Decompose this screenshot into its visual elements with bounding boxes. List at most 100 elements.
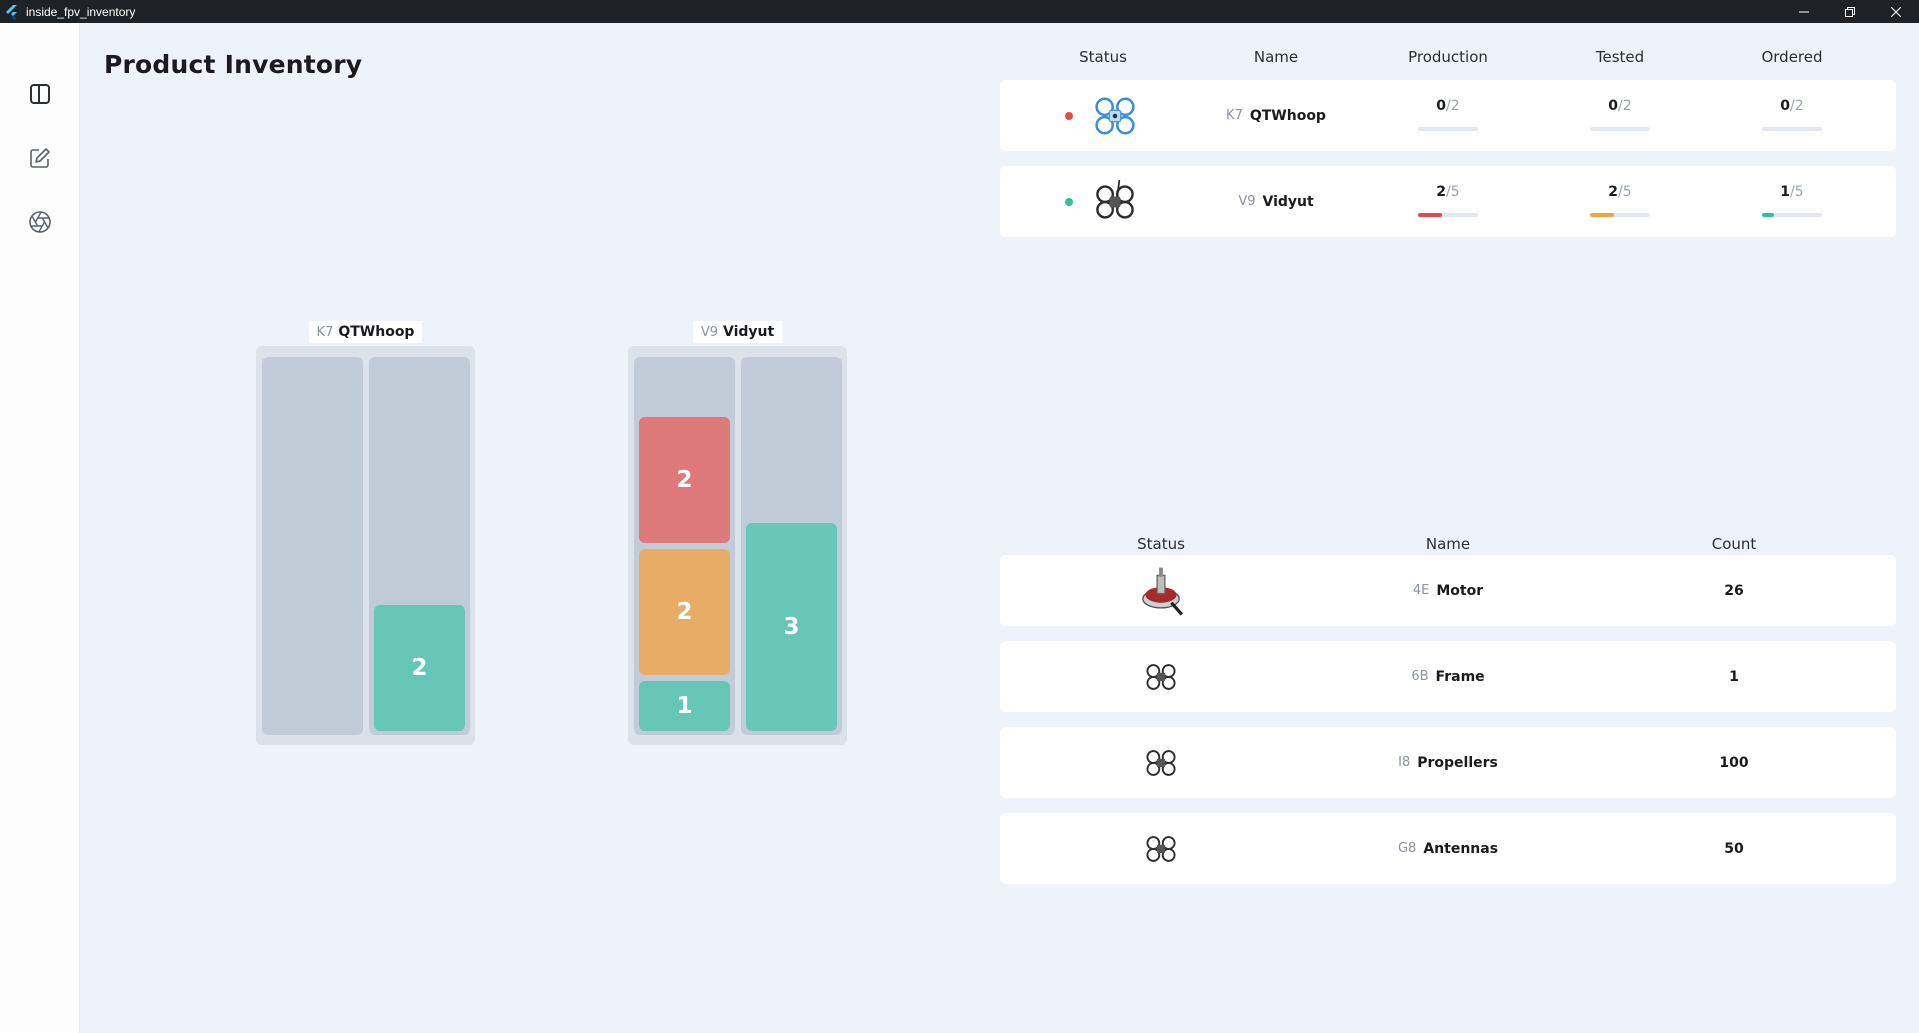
part-code: 4E xyxy=(1412,583,1430,598)
production-progress-bar xyxy=(1418,127,1478,131)
production-total: 2 xyxy=(1450,98,1460,114)
part-image xyxy=(1144,641,1178,712)
product-row[interactable]: K7 QTWhoop 0/2 0/2 0/2 xyxy=(1000,80,1896,151)
stack-segment[interactable]: 3 xyxy=(746,523,837,731)
product-row[interactable]: V9 Vidyut 2/5 2/5 1/5 xyxy=(1000,166,1896,237)
part-row[interactable]: G8 Antennas 50 xyxy=(1000,813,1896,884)
ordered-progress-fill xyxy=(1762,213,1774,217)
part-count: 26 xyxy=(1724,582,1744,599)
col-header-name: Name xyxy=(1253,48,1299,66)
group-label: K7 QTWhoop xyxy=(308,321,423,343)
part-name: 4E Motor xyxy=(1413,555,1483,626)
stack-segment[interactable]: 2 xyxy=(639,549,730,675)
group-name: Vidyut xyxy=(722,324,775,340)
status-dot xyxy=(1065,80,1073,151)
tested-fraction: 0/2 xyxy=(1608,98,1631,114)
nav-edit[interactable] xyxy=(24,142,56,174)
stack-segment[interactable]: 2 xyxy=(374,605,465,731)
part-name: I8 Propellers xyxy=(1398,727,1498,798)
production-count: 0 xyxy=(1436,98,1447,114)
part-code: G8 xyxy=(1397,841,1417,856)
product-code: K7 xyxy=(1226,108,1243,123)
part-count: 50 xyxy=(1724,840,1744,857)
production-progress-fill xyxy=(1418,213,1442,217)
production-count: 2 xyxy=(1436,184,1447,200)
parts-col-header-name: Name xyxy=(1425,535,1471,553)
minimize-button[interactable] xyxy=(1781,0,1827,23)
product-name: V9 Vidyut xyxy=(1238,166,1313,237)
ordered-progress-bar xyxy=(1762,213,1822,217)
part-image xyxy=(1144,813,1178,884)
part-name-text: Frame xyxy=(1435,668,1485,685)
production-fraction: 0/2 xyxy=(1436,98,1459,114)
drone-frame-icon xyxy=(1146,749,1176,776)
tested-total: 5 xyxy=(1622,184,1632,200)
part-row[interactable]: 6B Frame 1 xyxy=(1000,641,1896,712)
close-icon xyxy=(1891,6,1901,17)
tested-progress-bar xyxy=(1590,213,1650,217)
part-name: G8 Antennas xyxy=(1398,813,1498,884)
tested-total: 2 xyxy=(1622,98,1632,114)
ordered-total: 5 xyxy=(1794,184,1804,200)
aperture-icon xyxy=(29,211,51,233)
tested-count: 0 xyxy=(1608,98,1619,114)
product-name: K7 QTWhoop xyxy=(1226,80,1326,151)
flutter-logo-icon xyxy=(6,4,17,19)
col-header-status: Status xyxy=(1079,48,1127,66)
part-row[interactable]: 4E Motor 26 xyxy=(1000,555,1896,626)
tested-count: 2 xyxy=(1608,184,1619,200)
stack-segment[interactable]: 2 xyxy=(639,417,730,543)
part-count: 1 xyxy=(1729,668,1739,685)
parts-col-header-count: Count xyxy=(1711,535,1757,553)
col-header-production: Production xyxy=(1408,48,1488,66)
part-image xyxy=(1135,555,1187,626)
part-code: I8 xyxy=(1398,755,1411,770)
tested-progress-bar xyxy=(1590,127,1650,131)
part-row[interactable]: I8 Propellers 100 xyxy=(1000,727,1896,798)
drone-frame-icon xyxy=(1146,835,1176,862)
status-dot xyxy=(1065,166,1073,237)
nav-aperture[interactable] xyxy=(24,206,56,238)
tested-progress-fill xyxy=(1590,213,1614,217)
black-drone-icon xyxy=(1096,179,1134,219)
nav-dashboard[interactable] xyxy=(24,78,56,110)
motor-icon xyxy=(1142,567,1184,615)
product-image xyxy=(1092,80,1138,151)
product-code: V9 xyxy=(1238,194,1256,209)
sidebar xyxy=(0,23,80,1033)
col-header-tested: Tested xyxy=(1595,48,1645,66)
part-code: 6B xyxy=(1411,669,1429,684)
stack-segment[interactable]: 1 xyxy=(639,681,730,731)
part-image xyxy=(1144,727,1178,798)
drone-frame-icon xyxy=(1146,663,1176,690)
tested-fraction: 2/5 xyxy=(1608,184,1631,200)
parts-col-header-status: Status xyxy=(1137,535,1185,553)
production-total: 5 xyxy=(1450,184,1460,200)
stack-column: 1 22 xyxy=(634,357,735,735)
restore-button[interactable] xyxy=(1827,0,1873,23)
ordered-fraction: 0/2 xyxy=(1780,98,1803,114)
group-chart: 1 223 xyxy=(628,346,847,745)
group-chart: 2 xyxy=(256,346,475,745)
page-title: Product Inventory xyxy=(104,50,363,79)
group-label: V9 Vidyut xyxy=(692,321,783,343)
product-name-text: Vidyut xyxy=(1262,193,1314,210)
production-progress-bar xyxy=(1418,213,1478,217)
ordered-count: 1 xyxy=(1780,184,1791,200)
part-count: 100 xyxy=(1719,754,1749,771)
stack-column xyxy=(262,357,363,735)
ordered-count: 0 xyxy=(1780,98,1791,114)
col-header-ordered: Ordered xyxy=(1761,48,1823,66)
group-name: QTWhoop xyxy=(338,324,415,340)
group-code: K7 xyxy=(316,325,334,340)
close-button[interactable] xyxy=(1873,0,1919,23)
minimize-icon xyxy=(1799,11,1809,12)
ordered-total: 2 xyxy=(1794,98,1804,114)
ordered-fraction: 1/5 xyxy=(1780,184,1803,200)
part-name: 6B Frame xyxy=(1411,641,1484,712)
blue-drone-icon xyxy=(1095,96,1135,135)
dashboard-icon xyxy=(30,84,50,104)
group-code: V9 xyxy=(700,325,718,340)
stack-column: 2 xyxy=(369,357,470,735)
ordered-progress-bar xyxy=(1762,127,1822,131)
